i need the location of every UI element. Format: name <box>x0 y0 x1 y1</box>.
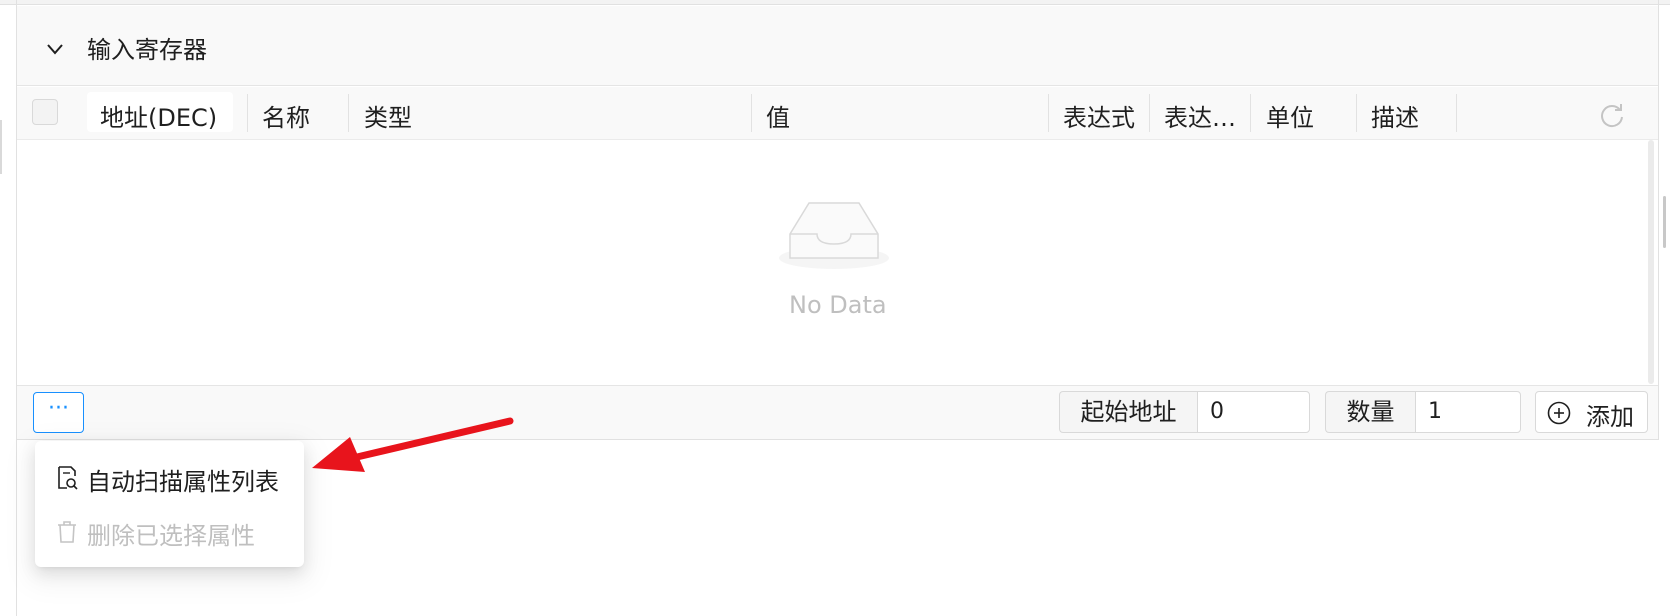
table-scrollbar[interactable] <box>1648 140 1654 384</box>
outer-scrollbar-thumb[interactable] <box>1663 196 1666 248</box>
column-divider[interactable] <box>348 94 349 132</box>
count-input[interactable]: 1 <box>1415 391 1521 433</box>
column-header-expression[interactable]: 表达式 <box>1063 98 1135 133</box>
left-edge-marker <box>0 120 2 174</box>
arrow-annotation-icon <box>312 417 514 472</box>
more-actions-button[interactable]: ··· <box>33 392 84 433</box>
column-header-expression-2[interactable]: 表达… <box>1164 98 1236 133</box>
section-header[interactable] <box>17 6 1658 86</box>
section-title: 输入寄存器 <box>87 36 207 64</box>
start-address-label: 起始地址 <box>1059 391 1197 433</box>
column-divider[interactable] <box>751 94 752 132</box>
column-divider[interactable] <box>1149 94 1150 132</box>
add-button-label: 添加 <box>1586 403 1634 431</box>
menu-item-label: 自动扫描属性列表 <box>87 468 279 496</box>
trash-icon <box>58 521 76 543</box>
column-divider[interactable] <box>247 94 248 132</box>
plus-circle-icon <box>1547 401 1571 425</box>
column-header-address[interactable]: 地址(DEC) <box>100 98 217 133</box>
select-all-checkbox[interactable] <box>32 99 58 125</box>
start-address-input[interactable]: 0 <box>1197 391 1310 433</box>
column-header-value[interactable]: 值 <box>766 98 790 133</box>
empty-inbox-icon <box>779 202 889 269</box>
empty-state-text: No Data <box>789 291 887 319</box>
column-divider[interactable] <box>1250 94 1251 132</box>
column-divider[interactable] <box>1456 94 1457 132</box>
panel-right-border <box>1658 0 1659 440</box>
column-header-name[interactable]: 名称 <box>262 98 310 133</box>
outer-panel-top <box>0 0 1670 5</box>
column-header-type[interactable]: 类型 <box>364 98 412 133</box>
count-label: 数量 <box>1325 391 1415 433</box>
scan-doc-icon <box>58 466 78 490</box>
chevron-down-icon[interactable] <box>44 38 66 60</box>
column-divider[interactable] <box>1048 94 1049 132</box>
refresh-icon[interactable] <box>1598 101 1626 129</box>
column-header-description[interactable]: 描述 <box>1371 98 1419 133</box>
column-divider[interactable] <box>1356 94 1357 132</box>
column-header-unit[interactable]: 单位 <box>1266 98 1314 133</box>
menu-item-label-disabled: 删除已选择属性 <box>87 522 255 550</box>
